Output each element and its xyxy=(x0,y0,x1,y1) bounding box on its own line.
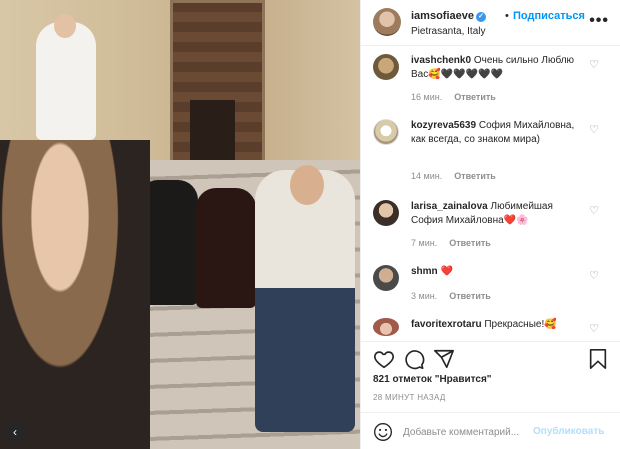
comment-body: kozyreva5639 София Михайловна, как всегд… xyxy=(411,119,581,147)
post-panel: iamsofiaeve ✓ • Подписаться Pietrasanta, … xyxy=(360,0,620,449)
comment-text: ❤️ xyxy=(440,266,453,277)
post-comment-button[interactable]: Опубликовать xyxy=(533,426,604,437)
comment-username[interactable]: larisa_zainalova xyxy=(411,201,488,212)
comment-avatar[interactable] xyxy=(373,119,399,145)
comment-icon[interactable] xyxy=(403,348,425,370)
verified-icon: ✓ xyxy=(475,12,486,22)
add-comment-bar: Опубликовать xyxy=(361,412,620,449)
author-avatar[interactable] xyxy=(373,8,401,36)
prev-photo-button[interactable]: ‹ xyxy=(4,421,26,443)
photo-figure-man xyxy=(255,170,355,432)
comment-body: shmn ❤️ xyxy=(411,265,581,279)
comment-time: 16 мин. xyxy=(411,92,443,102)
comment-time: 7 мин. xyxy=(411,238,438,248)
comment-body: favoritexrotaru Прекрасные!🥰 xyxy=(411,318,581,332)
author-line: iamsofiaeve ✓ xyxy=(411,10,486,22)
comment-meta: 16 мин. Ответить xyxy=(411,92,508,102)
heart-icon[interactable] xyxy=(373,348,395,370)
post-time: 28 МИНУТ НАЗАД xyxy=(373,393,446,402)
author-username[interactable]: iamsofiaeve xyxy=(411,10,474,22)
comment-meta: 3 мин. Ответить xyxy=(411,291,503,301)
likes-count[interactable]: 821 отметок "Нравится" xyxy=(373,374,492,385)
comment-time: 14 мин. xyxy=(411,171,443,181)
comment-body: larisa_zainalova Любимейшая София Михайл… xyxy=(411,200,581,228)
comment-like-icon[interactable]: ♡ xyxy=(589,269,599,282)
reply-button[interactable]: Ответить xyxy=(454,171,496,181)
comment-username[interactable]: shmn xyxy=(411,266,438,277)
header-separator: • xyxy=(505,10,509,22)
photo-figure-woman xyxy=(0,140,150,449)
comment-like-icon[interactable]: ♡ xyxy=(589,58,599,71)
comment-body: ivashchenk0 Очень сильно Люблю Вас🥰🖤🖤🖤🖤🖤 xyxy=(411,54,581,82)
emoji-icon[interactable] xyxy=(373,422,393,442)
comment-username[interactable]: ivashchenk0 xyxy=(411,55,471,66)
comment-input[interactable] xyxy=(403,423,533,441)
comment-text: Прекрасные!🥰 xyxy=(484,319,557,330)
share-icon[interactable] xyxy=(433,348,455,370)
follow-button[interactable]: Подписаться xyxy=(513,10,585,22)
comment-avatar[interactable] xyxy=(373,54,399,80)
post-photo[interactable]: ‹ xyxy=(0,0,360,449)
photo-figure-white xyxy=(36,22,96,140)
comment-username[interactable]: kozyreva5639 xyxy=(411,120,476,131)
post-header: iamsofiaeve ✓ • Подписаться Pietrasanta, … xyxy=(361,0,620,46)
comment-like-icon[interactable]: ♡ xyxy=(589,123,599,136)
reply-button[interactable]: Ответить xyxy=(454,92,496,102)
photo-figure-white-head xyxy=(54,14,76,38)
comment-like-icon[interactable]: ♡ xyxy=(589,204,599,217)
more-icon[interactable]: ••• xyxy=(589,12,609,30)
comment-time: 3 мин. xyxy=(411,291,438,301)
post-location[interactable]: Pietrasanta, Italy xyxy=(411,26,485,37)
comment-meta: 14 мин. Ответить xyxy=(411,171,508,181)
comment-username[interactable]: favoritexrotaru xyxy=(411,319,482,330)
comment-avatar[interactable] xyxy=(373,200,399,226)
comment-meta: 7 мин. Ответить xyxy=(411,238,503,248)
comment-avatar[interactable] xyxy=(373,265,399,291)
reply-button[interactable]: Ответить xyxy=(449,238,491,248)
photo-figure-sitting-2 xyxy=(196,188,256,308)
comment-like-icon[interactable]: ♡ xyxy=(589,322,599,335)
bookmark-icon[interactable] xyxy=(587,348,609,370)
post-actions xyxy=(361,341,620,375)
comment-avatar[interactable] xyxy=(373,318,399,336)
reply-button[interactable]: Ответить xyxy=(449,291,491,301)
photo-figure-man-head xyxy=(290,165,324,205)
